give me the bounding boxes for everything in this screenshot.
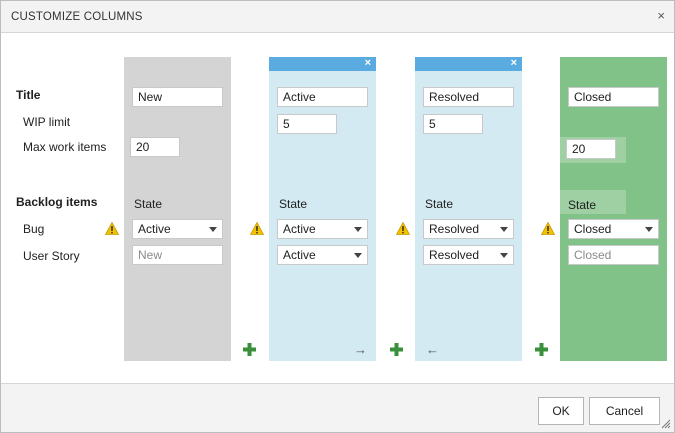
warning-icon [250, 222, 264, 235]
wip-limit-input[interactable]: 5 [423, 114, 483, 134]
state-label: State [425, 197, 454, 211]
warning-icon [396, 222, 410, 235]
state-label: State [134, 197, 163, 211]
resize-grip-icon[interactable] [661, 419, 671, 429]
remove-column-close-icon[interactable]: × [511, 56, 517, 70]
bug-state-select[interactable]: Active [277, 219, 368, 239]
column-resolved: × Resolved 5 State Resolved Resolved ← [415, 57, 522, 361]
chevron-down-icon [500, 253, 508, 258]
customize-columns-dialog: CUSTOMIZE COLUMNS × Title WIP limit Max … [0, 0, 675, 433]
state-label: State [279, 197, 308, 211]
column-header: × [415, 57, 522, 71]
bug-state-value: Resolved [429, 222, 480, 236]
arrow-right-icon[interactable]: → [354, 343, 367, 356]
column-title-input[interactable]: New [132, 87, 223, 107]
user-story-state-select[interactable]: Resolved [423, 245, 514, 265]
label-bug: Bug [23, 222, 45, 236]
bug-state-value: Closed [574, 222, 612, 236]
column-title-input[interactable]: Active [277, 87, 368, 107]
bug-state-value: Active [138, 222, 171, 236]
bug-state-value: Active [283, 222, 316, 236]
column-closed: Closed 20 State Closed Closed [560, 57, 667, 361]
user-story-state-value: Active [283, 248, 316, 262]
column-title-input[interactable]: Resolved [423, 87, 514, 107]
user-story-state-field: New [132, 245, 223, 265]
dialog-footer: OK Cancel [1, 383, 674, 432]
label-wip-limit: WIP limit [23, 115, 71, 129]
warning-icon [105, 222, 119, 235]
user-story-state-value: Resolved [429, 248, 480, 262]
dialog-titlebar: CUSTOMIZE COLUMNS × [1, 1, 674, 33]
label-user-story: User Story [23, 249, 80, 263]
ok-button[interactable]: OK [538, 397, 584, 425]
chevron-down-icon [354, 253, 362, 258]
column-active: × Active 5 State Active Active → [269, 57, 376, 361]
dialog-content: Title WIP limit Max work items Backlog i… [1, 34, 674, 383]
column-title-input[interactable]: Closed [568, 87, 659, 107]
plus-icon[interactable] [390, 343, 403, 356]
arrow-left-icon[interactable]: ← [426, 343, 439, 356]
plus-icon[interactable] [243, 343, 256, 356]
cancel-button[interactable]: Cancel [589, 397, 660, 425]
bug-state-select[interactable]: Closed [568, 219, 659, 239]
chevron-down-icon [645, 227, 653, 232]
warning-icon [541, 222, 555, 235]
wip-limit-input[interactable]: 5 [277, 114, 337, 134]
user-story-state-field: Closed [568, 245, 659, 265]
remove-column-close-icon[interactable]: × [365, 56, 371, 70]
chevron-down-icon [500, 227, 508, 232]
close-icon[interactable]: × [657, 9, 665, 23]
label-spacer [10, 160, 106, 188]
label-title: Title [16, 88, 41, 102]
column-new: New 20 State Active New [124, 57, 231, 361]
plus-icon[interactable] [535, 343, 548, 356]
label-max-work-items: Max work items [23, 140, 107, 154]
state-label: State [568, 198, 597, 212]
chevron-down-icon [209, 227, 217, 232]
user-story-state-select[interactable]: Active [277, 245, 368, 265]
column-header: × [269, 57, 376, 71]
label-backlog-items: Backlog items [16, 195, 98, 209]
bug-state-select[interactable]: Active [132, 219, 223, 239]
dialog-title: CUSTOMIZE COLUMNS [11, 11, 143, 23]
max-work-items-input[interactable]: 20 [566, 139, 616, 159]
chevron-down-icon [354, 227, 362, 232]
max-work-items-input[interactable]: 20 [130, 137, 180, 157]
bug-state-select[interactable]: Resolved [423, 219, 514, 239]
